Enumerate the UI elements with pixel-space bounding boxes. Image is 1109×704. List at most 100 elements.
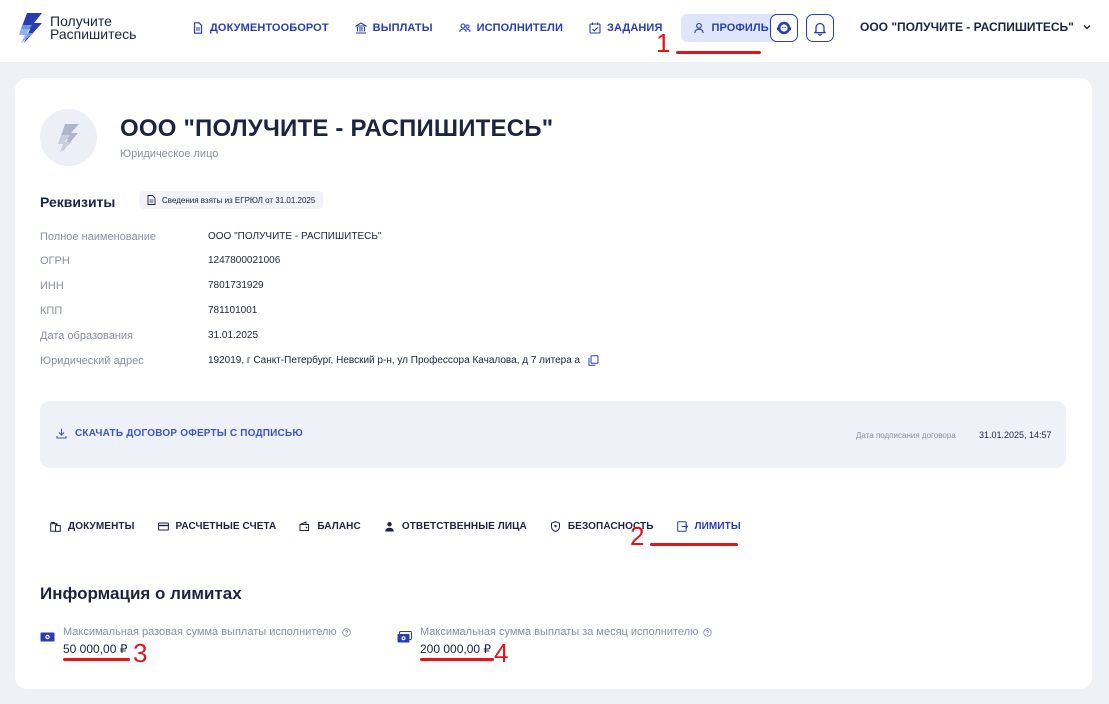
limits-title: Информация о лимитах	[40, 584, 242, 603]
requisite-value: 31.01.2025	[208, 330, 259, 341]
annotation-number-1: 1	[656, 28, 671, 58]
tab-balance-label: БАЛАНС	[317, 520, 361, 532]
folder-doc-icon	[50, 521, 61, 532]
tab-balance[interactable]: БАЛАНС	[299, 520, 361, 532]
nav-profile-label: ПРОФИЛЬ	[711, 22, 769, 34]
requisite-row-address: Юридический адрес 192019, г Санкт-Петерб…	[40, 355, 740, 371]
main-nav: ДОКУМЕНТООБОРОТ ВЫПЛАТЫ ИСПОЛНИТЕЛИ ЗАДА…	[185, 14, 793, 42]
limit-monthly-label: Максимальная сумма выплаты за месяц испо…	[420, 626, 713, 638]
requisite-label: Дата образования	[40, 330, 133, 342]
limits-icon	[676, 520, 688, 532]
user-icon	[694, 22, 705, 34]
nav-payments[interactable]: ВЫПЛАТЫ	[348, 14, 440, 42]
limit-monthly-value: 200 000,00 ₽	[420, 642, 492, 656]
sign-date-value: 31.01.2025, 14:57	[979, 430, 1052, 440]
tab-documents-label: ДОКУМЕНТЫ	[68, 520, 135, 532]
nav-profile[interactable]: ПРОФИЛЬ	[681, 14, 781, 42]
nav-tasks-label: ЗАДАНИЯ	[606, 22, 663, 34]
money-stack-icon	[397, 631, 412, 643]
annotation-underline-3	[63, 658, 130, 661]
requisite-value: 781101001	[208, 305, 258, 316]
tab-accounts[interactable]: РАСЧЕТНЫЕ СЧЕТА	[157, 520, 277, 532]
company-logo-icon	[57, 123, 79, 152]
requisite-label: ОГРН	[40, 255, 70, 267]
limit-single-payout: Максимальная разовая сумма выплаты испол…	[40, 623, 380, 659]
annotation-number-2: 2	[630, 521, 645, 551]
download-contract-link[interactable]: СКАЧАТЬ ДОГОВОР ОФЕРТЫ С ПОДПИСЬЮ	[56, 428, 303, 439]
profile-card: ООО "ПОЛУЧИТЕ - РАСПИШИТЕСЬ" Юридическое…	[15, 78, 1092, 689]
bell-icon	[814, 22, 826, 36]
tab-responsible-label: ОТВЕТСТВЕННЫЕ ЛИЦА	[401, 520, 527, 532]
tab-limits-label: ЛИМИТЫ	[694, 520, 741, 532]
requisite-value: 1247800021006	[208, 255, 281, 266]
sign-date-label: Дата подписания договора	[856, 431, 956, 440]
company-avatar	[40, 109, 97, 166]
help-icon[interactable]	[341, 627, 351, 637]
support-icon	[777, 21, 791, 35]
bank-icon	[354, 22, 367, 34]
shield-icon	[550, 520, 560, 532]
profile-tabs: ДОКУМЕНТЫ РАСЧЕТНЫЕ СЧЕТА БАЛАНС ОТВЕТСТ…	[50, 518, 764, 534]
nav-documents[interactable]: ДОКУМЕНТООБОРОТ	[185, 14, 336, 42]
tab-documents[interactable]: ДОКУМЕНТЫ	[50, 521, 135, 532]
requisite-value: ООО "ПОЛУЧИТЕ - РАСПИШИТЕСЬ"	[208, 231, 382, 242]
download-contract-label: СКАЧАТЬ ДОГОВОР ОФЕРТЫ С ПОДПИСЬЮ	[75, 428, 303, 439]
download-icon	[56, 428, 67, 439]
limit-single-value: 50 000,00 ₽	[63, 642, 128, 656]
annotation-number-4: 4	[494, 638, 509, 668]
chevron-down-icon	[1083, 25, 1091, 30]
users-icon	[458, 23, 471, 33]
top-navigation-bar: Получите Распишитесь ДОКУМЕНТООБОРОТ ВЫП…	[0, 0, 1109, 62]
logo-icon	[19, 13, 42, 43]
logo-line2: Распишитесь	[50, 26, 137, 42]
limit-single-label-text: Максимальная разовая сумма выплаты испол…	[63, 626, 337, 638]
requisites-title: Реквизиты	[40, 194, 116, 210]
limit-monthly-label-text: Максимальная сумма выплаты за месяц испо…	[420, 626, 699, 638]
requisite-value: 7801731929	[208, 280, 264, 291]
money-icon	[40, 632, 55, 642]
support-button[interactable]	[770, 14, 798, 42]
requisite-label: ИНН	[40, 280, 64, 292]
requisite-row-ogrn: ОГРН 1247800021006	[40, 255, 740, 271]
nav-payments-label: ВЫПЛАТЫ	[372, 22, 433, 34]
help-icon[interactable]	[703, 627, 713, 637]
requisite-value-address: 192019, г Санкт-Петербург, Невский р-н, …	[208, 355, 599, 366]
document-icon	[147, 195, 156, 205]
tab-responsible[interactable]: ОТВЕТСТВЕННЫЕ ЛИЦА	[384, 521, 527, 532]
egrul-badge-text: Сведения взяты из ЕГРЮЛ от 31.01.2025	[162, 195, 316, 205]
annotation-underline-4	[420, 658, 494, 661]
nav-documents-label: ДОКУМЕНТООБОРОТ	[210, 22, 329, 34]
annotation-underline-1	[676, 51, 761, 54]
annotation-number-3: 3	[133, 638, 148, 668]
contract-box: СКАЧАТЬ ДОГОВОР ОФЕРТЫ С ПОДПИСЬЮ Дата п…	[40, 401, 1066, 468]
requisite-row-founded: Дата образования 31.01.2025	[40, 330, 740, 346]
nav-performers[interactable]: ИСПОЛНИТЕЛИ	[452, 14, 570, 42]
wallet-icon	[299, 520, 310, 531]
person-icon	[385, 521, 394, 531]
document-icon	[193, 22, 203, 34]
requisite-row-fullname: Полное наименование ООО "ПОЛУЧИТЕ - РАСП…	[40, 231, 740, 247]
requisite-row-kpp: КПП 781101001	[40, 305, 740, 321]
tab-limits[interactable]: ЛИМИТЫ	[676, 520, 741, 532]
org-selector[interactable]: ООО "ПОЛУЧИТЕ - РАСПИШИТЕСЬ"	[860, 20, 1092, 34]
card-icon	[157, 522, 169, 530]
requisite-label: Полное наименование	[40, 231, 156, 243]
calendar-check-icon	[589, 22, 601, 34]
egrul-badge: Сведения взяты из ЕГРЮЛ от 31.01.2025	[139, 191, 324, 209]
copy-icon[interactable]	[588, 355, 599, 366]
notifications-button[interactable]	[806, 14, 834, 42]
requisite-label: Юридический адрес	[40, 355, 144, 367]
limit-monthly-payout: Максимальная сумма выплаты за месяц испо…	[397, 623, 757, 659]
company-name: ООО "ПОЛУЧИТЕ - РАСПИШИТЕСЬ"	[120, 115, 554, 142]
company-type: Юридическое лицо	[120, 148, 219, 160]
requisite-label: КПП	[40, 305, 63, 317]
logo[interactable]: Получите Распишитесь	[18, 13, 136, 43]
limit-single-label: Максимальная разовая сумма выплаты испол…	[63, 626, 351, 638]
tab-accounts-label: РАСЧЕТНЫЕ СЧЕТА	[175, 520, 277, 532]
nav-performers-label: ИСПОЛНИТЕЛИ	[476, 22, 563, 34]
org-selector-label: ООО "ПОЛУЧИТЕ - РАСПИШИТЕСЬ"	[860, 20, 1074, 34]
address-text: 192019, г Санкт-Петербург, Невский р-н, …	[208, 355, 581, 366]
annotation-underline-2	[650, 543, 738, 546]
requisite-row-inn: ИНН 7801731929	[40, 280, 740, 296]
logo-text: Получите Распишитесь	[50, 14, 137, 42]
